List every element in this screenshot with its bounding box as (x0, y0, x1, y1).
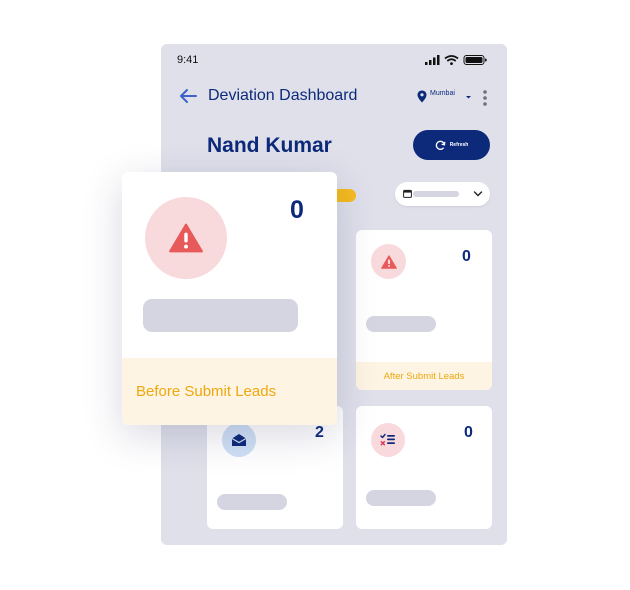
signal-wifi-battery-icon (425, 55, 487, 65)
location-label: Mumbai (430, 90, 455, 97)
warning-icon (380, 254, 397, 269)
more-vertical-icon (483, 90, 487, 106)
map-pin-icon (417, 90, 427, 103)
before-submit-leads-card[interactable]: 0 Before Submit Leads (122, 172, 337, 425)
envelope-icon-circle (222, 423, 256, 457)
back-button[interactable] (178, 87, 198, 110)
card-count: 0 (464, 424, 473, 441)
loading-placeholder (217, 494, 287, 510)
refresh-icon (435, 140, 446, 150)
page-title: Deviation Dashboard (208, 87, 358, 104)
date-select[interactable] (395, 182, 490, 206)
user-name: Nand Kumar (207, 134, 332, 157)
checklist-icon (380, 433, 395, 446)
checklist-icon-circle (371, 423, 405, 457)
status-icons (425, 53, 489, 71)
envelope-icon (231, 434, 247, 446)
card-label: After Submit Leads (356, 362, 492, 390)
after-submit-leads-card[interactable]: 0 After Submit Leads (356, 230, 492, 390)
chevron-down-icon (473, 191, 483, 197)
date-placeholder (413, 191, 459, 197)
status-time: 9:41 (177, 54, 199, 66)
card-count: 2 (315, 424, 324, 441)
refresh-button[interactable]: Refresh (413, 130, 490, 160)
loading-placeholder (143, 299, 298, 332)
loading-placeholder (366, 490, 436, 506)
warning-icon-circle (145, 197, 227, 279)
more-menu-button[interactable] (482, 89, 488, 112)
caret-down-icon (465, 95, 471, 98)
calendar-icon (403, 189, 412, 198)
card-count: 0 (462, 248, 471, 265)
checklist-card[interactable]: 0 (356, 406, 492, 529)
warning-icon-circle (371, 244, 406, 279)
card-label: Before Submit Leads (122, 358, 337, 425)
location-selector[interactable]: Mumbai (417, 90, 472, 103)
refresh-label: Refresh (449, 142, 469, 148)
arrow-left-icon (180, 89, 197, 103)
warning-icon (169, 223, 203, 253)
card-count: 0 (290, 196, 304, 224)
loading-placeholder (366, 316, 436, 332)
